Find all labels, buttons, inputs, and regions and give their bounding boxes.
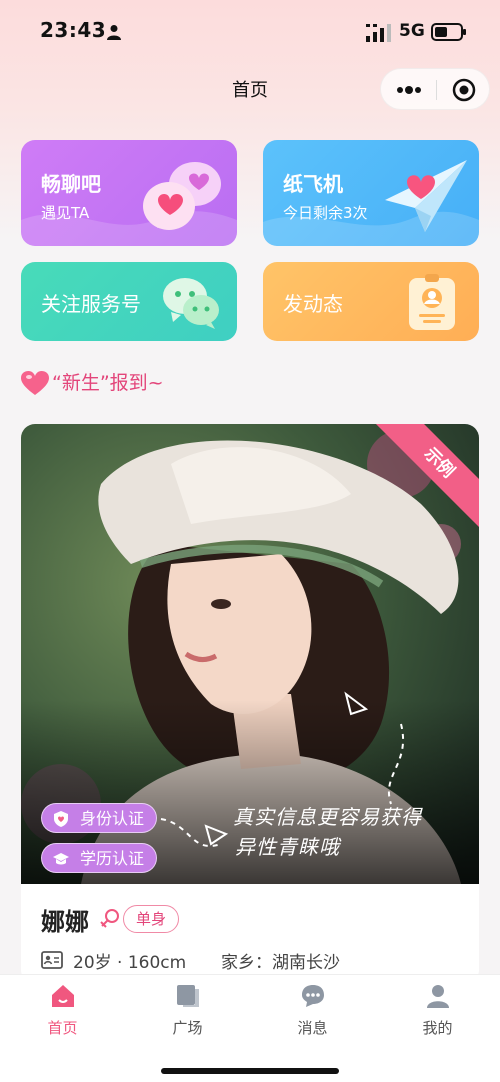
profile-card[interactable]: 示例 身份认证 学历认证 真实信息更容易获得 异性青睐哦 娜娜 单身 20岁 ·… <box>21 424 479 984</box>
chat-card-title: 畅聊吧 <box>41 172 101 196</box>
chat-card-subtitle: 遇见TA <box>41 204 90 222</box>
graduation-cap-icon <box>53 853 69 865</box>
post-card-title: 发动态 <box>283 292 343 316</box>
follow-card-title: 关注服务号 <box>41 292 141 316</box>
age-height: 20岁 · 160cm <box>73 953 187 973</box>
signal-icon <box>366 24 391 42</box>
message-icon <box>302 985 324 1007</box>
tab-bar: 首页 广场 消息 我的 <box>0 974 500 1082</box>
paper-plane-icon <box>385 160 467 232</box>
tab-profile[interactable]: 我的 <box>375 975 500 1045</box>
relationship-status-tag: 单身 <box>123 905 180 933</box>
close-icon[interactable] <box>451 77 477 103</box>
tab-square[interactable]: 广场 <box>125 975 250 1045</box>
id-card-icon <box>41 951 63 969</box>
section-title: “新生”报到~ <box>52 372 164 394</box>
plane-card-subtitle: 今日剩余3次 <box>283 204 368 222</box>
person-icon <box>107 25 121 40</box>
status-bar: 23:43 5G <box>0 0 500 64</box>
home-icon <box>52 985 74 1007</box>
status-time: 23:43 <box>40 18 107 42</box>
follow-service-card[interactable]: 关注服务号 <box>21 262 237 341</box>
id-badge-icon <box>409 274 455 330</box>
tab-square-label: 广场 <box>172 1019 203 1037</box>
capsule-divider <box>436 80 437 100</box>
photo-caption-line1: 真实信息更容易获得 <box>233 805 422 829</box>
paper-plane-card[interactable]: 纸飞机 今日剩余3次 <box>263 140 479 246</box>
education-badge-label: 学历认证 <box>80 849 145 868</box>
wechat-icon <box>163 278 219 329</box>
education-verified-badge: 学历认证 <box>41 843 158 873</box>
battery-icon <box>431 23 466 41</box>
identity-badge-label: 身份认证 <box>80 809 145 828</box>
photo-caption-line2: 异性青睐哦 <box>235 835 340 859</box>
square-icon <box>177 985 199 1007</box>
chat-card[interactable]: 畅聊吧 遇见TA <box>21 140 237 246</box>
profile-icon <box>427 985 449 1008</box>
network-label: 5G <box>399 21 425 41</box>
tab-home[interactable]: 首页 <box>0 975 125 1045</box>
profile-name: 娜娜 <box>41 908 89 936</box>
more-icon[interactable] <box>395 81 423 99</box>
post-moment-card[interactable]: 发动态 <box>263 262 479 341</box>
shield-heart-icon <box>54 811 68 827</box>
tab-messages-label: 消息 <box>297 1019 328 1037</box>
heart-bubble-icon <box>143 162 221 230</box>
heart-icon <box>21 371 49 395</box>
tab-messages[interactable]: 消息 <box>250 975 375 1045</box>
home-indicator <box>161 1068 339 1074</box>
photo-caption: 真实信息更容易获得 异性青睐哦 <box>233 802 473 862</box>
female-icon <box>100 909 119 928</box>
identity-verified-badge: 身份认证 <box>41 803 158 833</box>
mini-program-capsule <box>380 68 490 110</box>
tab-home-label: 首页 <box>47 1019 78 1037</box>
hometown: 家乡：湖南长沙 <box>221 953 340 973</box>
plane-card-title: 纸飞机 <box>283 172 343 196</box>
tab-profile-label: 我的 <box>422 1019 453 1037</box>
